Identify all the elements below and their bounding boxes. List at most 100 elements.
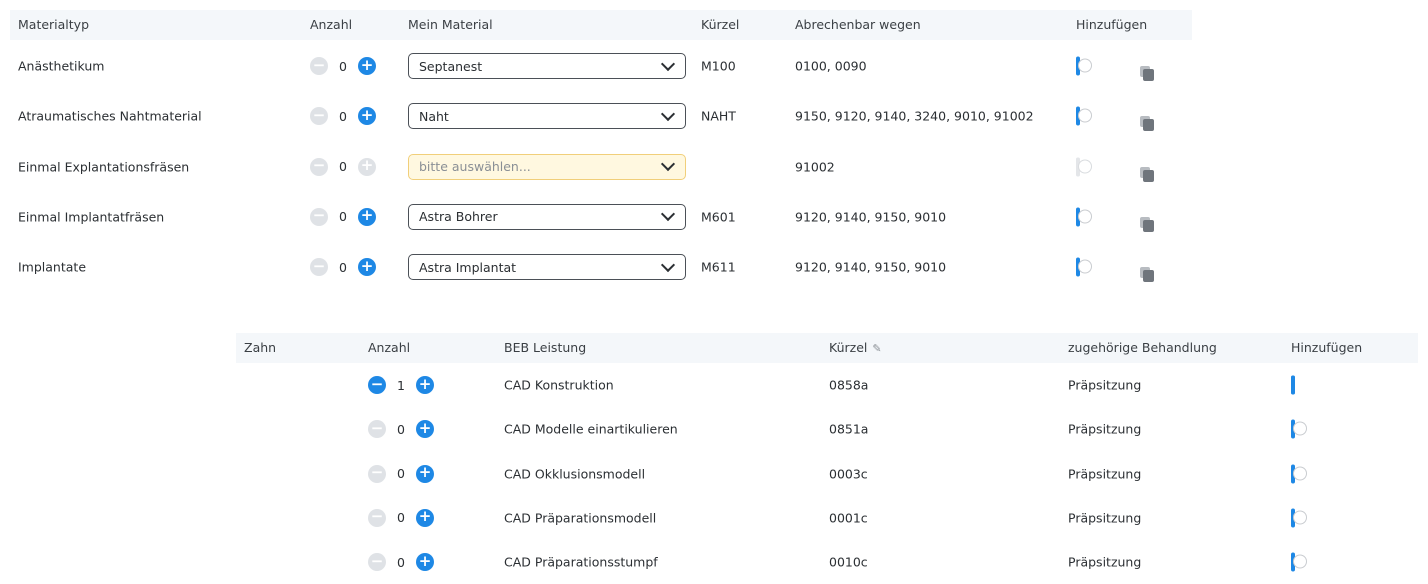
beb-kuerzel: 0858a (829, 377, 869, 393)
chevron-down-icon (660, 257, 676, 272)
material-select-value: bitte auswählen... (419, 159, 531, 175)
minus-circle-icon[interactable]: − (310, 258, 328, 277)
beb-table: Zahn Anzahl BEB Leistung Kürzel ✎ zugehör… (236, 333, 1418, 582)
material-table-header: Materialtyp Anzahl Mein Material Kürzel … (10, 10, 1192, 40)
material-row: Einmal Implantatfräsen −0 + Astra Bohrer M60… (10, 192, 1192, 242)
header-mein-material: Mein Material (408, 17, 493, 32)
plus-circle-icon[interactable]: + (358, 258, 376, 277)
material-select[interactable]: Naht (408, 103, 686, 130)
add-toggle[interactable] (1076, 106, 1091, 126)
toggle-knob (1079, 210, 1091, 223)
chevron-down-icon (660, 56, 676, 71)
minus-circle-icon[interactable]: − (368, 508, 386, 527)
material-select[interactable]: Astra Implantat (408, 254, 686, 281)
material-select[interactable]: bitte auswählen... (408, 153, 686, 180)
add-toggle-wrap (1291, 508, 1306, 528)
add-toggle[interactable] (1076, 56, 1091, 76)
quantity-value: 0 (397, 421, 405, 437)
minus-circle-icon[interactable]: − (310, 57, 328, 75)
quantity-value: 0 (339, 159, 347, 175)
plus-circle-icon[interactable]: + (358, 207, 376, 226)
toggle-knob (1079, 260, 1091, 273)
beb-kuerzel: 0001c (829, 510, 868, 526)
add-toggle[interactable] (1076, 207, 1091, 227)
copy-icon-front (1143, 169, 1154, 182)
add-toggle[interactable] (1291, 375, 1324, 395)
header-anzahl: Anzahl (310, 17, 353, 32)
plus-circle-icon[interactable]: + (416, 508, 434, 527)
toggle-knob (1079, 59, 1091, 72)
minus-circle-icon[interactable]: − (368, 420, 386, 439)
header-kuerzel: Kürzel ✎ (829, 333, 882, 364)
quantity-value: 0 (339, 209, 347, 225)
quantity-stepper: −0 + (368, 464, 434, 483)
minus-circle-icon[interactable]: − (368, 376, 386, 394)
toggle-knob (1312, 378, 1324, 391)
minus-circle-icon[interactable]: − (368, 464, 386, 483)
beb-leistung: CAD Konstruktion (504, 377, 614, 393)
material-row: Anästhetikum −0 + Septanest M100 0100, 0090 (10, 41, 1192, 91)
plus-circle-icon[interactable]: + (358, 107, 376, 126)
header-abrechenbar: Abrechenbar wegen (795, 17, 921, 32)
quantity-stepper: −0 + (310, 57, 376, 75)
header-anzahl: Anzahl (368, 340, 411, 355)
plus-circle-icon[interactable]: + (416, 464, 434, 483)
quantity-stepper: −0 + (368, 553, 434, 572)
beb-kuerzel: 0851a (829, 421, 869, 437)
copy-icon-front (1143, 119, 1154, 132)
plus-circle-icon[interactable]: + (358, 57, 376, 75)
minus-circle-icon[interactable]: − (310, 157, 328, 176)
header-zahn: Zahn (244, 340, 277, 355)
header-behandlung: zugehörige Behandlung (1068, 340, 1217, 355)
behandlung: Präpsitzung (1068, 421, 1142, 437)
beb-row: −0 + CAD Präparationsstumpf 0010c Präpsitzun… (236, 540, 1418, 584)
quantity-stepper: −0 + (368, 508, 434, 527)
add-toggle[interactable] (1076, 257, 1091, 277)
quantity-value: 0 (397, 510, 405, 526)
minus-circle-icon[interactable]: − (368, 553, 386, 572)
beb-leistung: CAD Okklusionsmodell (504, 466, 646, 482)
toggle-knob (1294, 555, 1306, 568)
behandlung: Präpsitzung (1068, 554, 1142, 570)
add-toggle-wrap (1291, 375, 1324, 395)
add-toggle[interactable] (1291, 464, 1306, 484)
material-type: Atraumatisches Nahtmaterial (18, 108, 202, 124)
material-select-value: Naht (419, 108, 449, 124)
material-table: Materialtyp Anzahl Mein Material Kürzel … (10, 10, 1192, 290)
plus-circle-icon[interactable]: + (416, 420, 434, 439)
quantity-value: 0 (339, 259, 347, 275)
minus-circle-icon[interactable]: − (310, 107, 328, 126)
minus-circle-icon[interactable]: − (310, 207, 328, 226)
plus-circle-icon[interactable]: + (416, 553, 434, 572)
quantity-stepper: −1 + (368, 376, 434, 394)
beb-leistung: CAD Modelle einartikulieren (504, 421, 678, 437)
header-materialtyp: Materialtyp (18, 17, 90, 32)
material-row: Implantate −0 + Astra Implantat M611 9120, 91… (10, 242, 1192, 292)
material-kuerzel: M611 (701, 259, 736, 275)
material-row: Einmal Explantationsfräsen −0 + bitte auswä… (10, 142, 1192, 192)
abrechenbar-codes: 91002 (795, 159, 835, 175)
chevron-down-icon (660, 106, 676, 121)
abrechenbar-codes: 9120, 9140, 9150, 9010 (795, 209, 947, 225)
plus-circle-icon[interactable]: + (358, 157, 376, 176)
beb-row: −0 + CAD Okklusionsmodell 0003c Präpsitzung (236, 452, 1418, 496)
material-select[interactable]: Astra Bohrer (408, 203, 686, 230)
material-type: Anästhetikum (18, 58, 105, 74)
toggle-knob (1294, 511, 1306, 524)
beb-table-header: Zahn Anzahl BEB Leistung Kürzel ✎ zugehör… (236, 333, 1418, 363)
add-toggle[interactable] (1291, 508, 1306, 528)
material-select[interactable]: Septanest (408, 53, 686, 79)
quantity-value: 0 (339, 108, 347, 124)
add-toggle[interactable] (1291, 552, 1306, 572)
pencil-icon[interactable]: ✎ (872, 334, 881, 364)
material-select-value: Astra Implantat (419, 259, 517, 275)
behandlung: Präpsitzung (1068, 466, 1142, 482)
add-toggle[interactable] (1076, 157, 1091, 177)
quantity-value: 1 (397, 377, 405, 393)
add-toggle-wrap (1076, 207, 1091, 227)
material-type: Einmal Explantationsfräsen (18, 159, 190, 175)
add-toggle[interactable] (1291, 419, 1306, 439)
abrechenbar-codes: 0100, 0090 (795, 58, 867, 74)
add-toggle-wrap (1076, 257, 1091, 277)
plus-circle-icon[interactable]: + (416, 376, 434, 394)
